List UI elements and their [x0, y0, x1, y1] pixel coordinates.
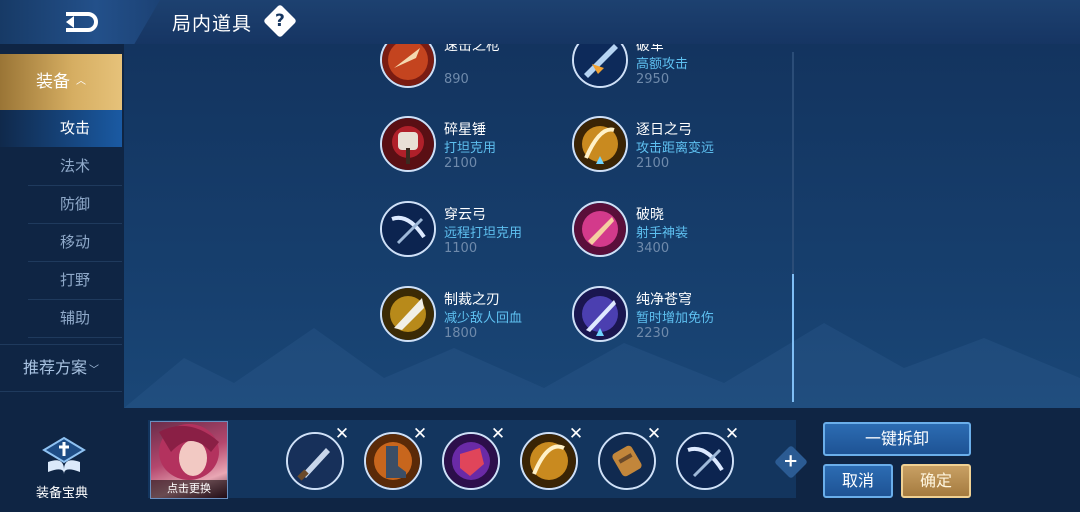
item-name: 逐日之弓	[636, 122, 692, 138]
close-icon[interactable]: ✕	[488, 424, 508, 444]
plus-icon: +	[783, 451, 799, 472]
hammer-icon	[380, 116, 436, 172]
sidebar-item-magic[interactable]: 法术	[28, 148, 122, 186]
item-price: 890	[444, 72, 469, 87]
loadout-bar: 点击更换 ✕ ✕ ✕ ✕ ✕ ✕ + 一键拆卸 取消 确定	[124, 408, 1080, 512]
help-button[interactable]: ?	[263, 4, 297, 38]
back-button[interactable]	[0, 0, 160, 44]
bow-icon	[572, 116, 628, 172]
item-name: 碎星锤	[444, 122, 486, 138]
loadout-slot[interactable]: ✕	[286, 424, 349, 490]
item-desc: 高额攻击	[636, 57, 689, 72]
item-name: 速击之枪	[444, 44, 500, 54]
item-card[interactable]: 速击之枪 890	[380, 44, 570, 98]
loadout-slot[interactable]: ✕	[364, 424, 427, 490]
top-bar: 局内道具 ?	[0, 0, 1080, 45]
sidebar-item-label: 移动	[59, 233, 90, 251]
item-name: 穿云弓	[444, 207, 486, 223]
item-name: 制裁之刃	[444, 292, 500, 308]
item-desc: 减少敌人回血	[444, 311, 523, 326]
sidebar-item-label: 打野	[59, 271, 90, 289]
item-desc: 远程打坦克用	[444, 226, 523, 241]
sword-icon	[572, 44, 628, 88]
sidebar-item-attack[interactable]: 攻击	[0, 110, 122, 147]
item-desc: 射手神装	[636, 226, 689, 241]
close-icon[interactable]: ✕	[566, 424, 586, 444]
blade-icon	[380, 286, 436, 342]
item-card[interactable]: 破晓 射手神装 3400	[572, 201, 762, 267]
spear-icon	[380, 44, 436, 88]
loadout-slot[interactable]: ✕	[520, 424, 583, 490]
recommend-label: 推荐方案	[22, 358, 87, 377]
item-card[interactable]: 穿云弓 远程打坦克用 1100	[380, 201, 570, 267]
sidebar-item-label: 辅助	[59, 309, 90, 327]
item-card[interactable]: 破军 高额攻击 2950	[572, 44, 762, 98]
loadout-slot[interactable]: ✕	[598, 424, 661, 490]
item-price: 1800	[444, 326, 478, 341]
item-name: 破晓	[636, 207, 664, 223]
close-icon[interactable]: ✕	[644, 424, 664, 444]
guide-label: 装备宝典	[35, 486, 88, 501]
sidebar: 装备 ︿ 攻击 法术 防御 移动 打野 辅助 推荐方案 ﹀ 装备宝典	[0, 44, 124, 512]
item-card[interactable]: 制裁之刃 减少敌人回血 1800	[380, 286, 570, 352]
chevron-up-icon: ︿	[76, 76, 86, 87]
back-arrow-icon	[66, 12, 98, 32]
bow-icon	[380, 201, 436, 257]
loadout-slot[interactable]: ✕	[442, 424, 505, 490]
page-title: 局内道具	[172, 13, 253, 35]
item-price: 2230	[636, 326, 670, 341]
item-price: 2950	[636, 72, 670, 87]
change-hero-label: 点击更换	[151, 480, 227, 498]
recommend-plans[interactable]: 推荐方案 ﹀	[0, 344, 122, 392]
loadout-slot[interactable]: ✕	[676, 424, 739, 490]
hero-avatar	[159, 424, 219, 480]
book-icon	[42, 436, 86, 474]
item-card[interactable]: 碎星锤 打坦克用 2100	[380, 116, 570, 182]
close-icon[interactable]: ✕	[410, 424, 430, 444]
category-equipment[interactable]: 装备 ︿	[0, 54, 122, 110]
confirm-button[interactable]: 确定	[901, 464, 971, 498]
sidebar-item-movement[interactable]: 移动	[28, 224, 122, 262]
sidebar-item-support[interactable]: 辅助	[28, 300, 122, 338]
cancel-button[interactable]: 取消	[823, 464, 893, 498]
scrollbar-thumb[interactable]	[792, 274, 794, 402]
sword-icon	[572, 286, 628, 342]
item-price: 3400	[636, 241, 670, 256]
item-card[interactable]: 纯净苍穹 暂时增加免伤 2230	[572, 286, 762, 352]
item-price: 1100	[444, 241, 478, 256]
item-price: 2100	[444, 156, 478, 171]
close-icon[interactable]: ✕	[332, 424, 352, 444]
sidebar-item-jungle[interactable]: 打野	[28, 262, 122, 300]
equipment-guide-button[interactable]: 装备宝典	[28, 436, 124, 501]
item-price: 2100	[636, 156, 670, 171]
item-desc: 攻击距离变远	[636, 141, 715, 156]
sidebar-item-label: 防御	[59, 195, 90, 213]
hero-portrait[interactable]: 点击更换	[150, 421, 228, 499]
sidebar-item-label: 法术	[59, 157, 90, 175]
item-desc: 暂时增加免伤	[636, 311, 715, 326]
chevron-down-icon: ﹀	[89, 365, 99, 376]
unequip-all-button[interactable]: 一键拆卸	[823, 422, 971, 456]
item-name: 纯净苍穹	[636, 292, 692, 308]
close-icon[interactable]: ✕	[722, 424, 742, 444]
sidebar-item-label: 攻击	[59, 119, 90, 137]
category-label: 装备	[36, 72, 70, 92]
help-icon: ?	[275, 11, 285, 31]
crossbow-icon	[572, 201, 628, 257]
item-card[interactable]: 逐日之弓 攻击距离变远 2100	[572, 116, 762, 182]
item-list[interactable]: 速击之枪 890 破军 高额攻击 2950 碎星锤 打坦克用 2100 逐日之弓…	[124, 44, 1080, 408]
item-desc: 打坦克用	[444, 141, 497, 156]
sidebar-item-defense[interactable]: 防御	[28, 186, 122, 224]
